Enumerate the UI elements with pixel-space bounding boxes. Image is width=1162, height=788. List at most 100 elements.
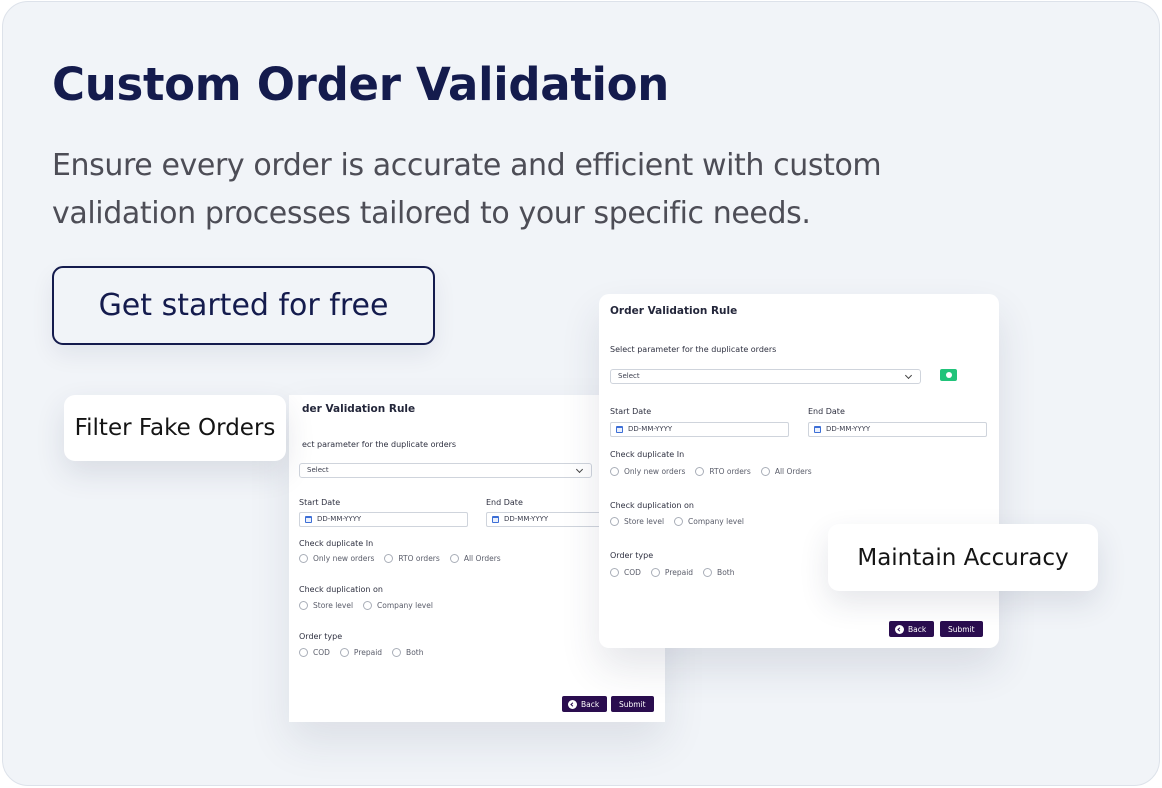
chevron-down-icon <box>904 371 913 380</box>
radio-label: Store level <box>624 517 665 526</box>
back-arrow-icon <box>895 624 904 634</box>
radio-company-level[interactable]: Company level <box>674 517 744 526</box>
parameter-select[interactable]: Select <box>299 463 592 478</box>
hero-title: Custom Order Validation <box>52 58 670 111</box>
check-duplication-on-options: Store level Company level <box>299 601 443 610</box>
radio-circle <box>610 467 619 476</box>
parameter-select-value: Select <box>307 466 329 474</box>
end-date-placeholder: DD-MM-YYYY <box>826 425 871 433</box>
radio-circle <box>650 568 660 577</box>
radio-circle <box>299 601 308 610</box>
maintain-accuracy-tag: Maintain Accuracy <box>828 524 1098 591</box>
start-date-input[interactable]: DD-MM-YYYY <box>299 512 468 527</box>
parameter-label: ect parameter for the duplicate orders <box>302 440 457 449</box>
parameter-label: Select parameter for the duplicate order… <box>610 345 777 354</box>
radio-label: Only new orders <box>313 554 375 563</box>
check-duplicate-in-options: Only new orders RTO orders All Orders <box>299 554 511 563</box>
radio-rto-orders[interactable]: RTO orders <box>384 554 440 563</box>
back-button[interactable]: Back <box>889 621 935 637</box>
check-duplicate-in-label: Check duplicate In <box>299 539 374 548</box>
radio-circle <box>703 568 713 577</box>
radio-label: Store level <box>313 601 354 610</box>
radio-cod[interactable]: COD <box>610 568 641 577</box>
radio-circle <box>695 467 705 476</box>
radio-both[interactable]: Both <box>392 648 423 657</box>
radio-label: All Orders <box>463 554 501 563</box>
radio-circle <box>760 467 770 476</box>
radio-label: Prepaid <box>664 568 694 577</box>
radio-label: Prepaid <box>353 648 383 657</box>
radio-circle <box>339 648 349 657</box>
order-type-options: COD Prepaid Both <box>299 648 433 657</box>
radio-circle <box>610 568 619 577</box>
radio-circle <box>384 554 394 563</box>
radio-label: RTO orders <box>398 554 440 563</box>
check-duplication-on-label: Check duplication on <box>299 585 383 594</box>
form-title: der Validation Rule <box>302 403 416 415</box>
radio-only-new-orders[interactable]: Only new orders <box>610 467 685 476</box>
start-date-label: Start Date <box>610 407 652 416</box>
form-title: Order Validation Rule <box>610 305 738 317</box>
add-parameter-button[interactable] <box>940 369 957 381</box>
radio-prepaid[interactable]: Prepaid <box>650 568 694 577</box>
start-date-input[interactable]: DD-MM-YYYY <box>610 422 789 437</box>
radio-label: COD <box>624 568 641 577</box>
radio-all-orders[interactable]: All Orders <box>760 467 812 476</box>
radio-circle <box>674 517 684 526</box>
check-duplication-on-options: Store level Company level <box>610 517 754 526</box>
radio-label: Both <box>406 648 424 657</box>
radio-label: Company level <box>688 517 744 526</box>
filter-fake-orders-tag: Filter Fake Orders <box>64 395 286 461</box>
submit-button[interactable]: Submit <box>611 696 654 712</box>
chevron-down-icon <box>575 465 584 474</box>
order-type-label: Order type <box>299 632 343 641</box>
back-arrow-icon <box>568 699 577 709</box>
radio-store-level[interactable]: Store level <box>299 601 353 610</box>
back-button[interactable]: Back <box>562 696 608 712</box>
radio-label: All Orders <box>774 467 812 476</box>
radio-cod[interactable]: COD <box>299 648 330 657</box>
order-validation-form-front: Order Validation Rule Select parameter f… <box>599 294 999 648</box>
calendar-icon <box>492 516 499 523</box>
radio-label: Only new orders <box>624 467 686 476</box>
radio-circle <box>392 648 402 657</box>
parameter-select[interactable]: Select <box>610 369 921 384</box>
radio-circle <box>299 648 308 657</box>
order-type-options: COD Prepaid Both <box>610 568 744 577</box>
parameter-select-value: Select <box>618 372 640 380</box>
radio-all-orders[interactable]: All Orders <box>449 554 501 563</box>
radio-both[interactable]: Both <box>703 568 734 577</box>
radio-circle <box>449 554 459 563</box>
back-button-label: Back <box>908 624 927 634</box>
radio-rto-orders[interactable]: RTO orders <box>695 467 751 476</box>
hero-subtitle: Ensure every order is accurate and effic… <box>52 148 882 231</box>
check-duplication-on-label: Check duplication on <box>610 501 694 510</box>
order-type-label: Order type <box>610 551 654 560</box>
start-date-label: Start Date <box>299 498 341 507</box>
radio-prepaid[interactable]: Prepaid <box>339 648 383 657</box>
end-date-label: End Date <box>486 498 523 507</box>
radio-only-new-orders[interactable]: Only new orders <box>299 554 374 563</box>
plus-icon <box>945 372 952 378</box>
back-button-label: Back <box>581 699 600 709</box>
calendar-icon <box>814 426 821 433</box>
radio-label: COD <box>313 648 330 657</box>
end-date-input[interactable]: DD-MM-YYYY <box>808 422 987 437</box>
radio-circle <box>299 554 308 563</box>
get-started-button[interactable]: Get started for free <box>52 266 435 345</box>
radio-company-level[interactable]: Company level <box>363 601 433 610</box>
radio-circle <box>610 517 619 526</box>
check-duplicate-in-options: Only new orders RTO orders All Orders <box>610 467 822 476</box>
end-date-placeholder: DD-MM-YYYY <box>504 515 549 523</box>
submit-button[interactable]: Submit <box>940 621 983 637</box>
radio-label: Both <box>717 568 735 577</box>
radio-label: RTO orders <box>709 467 751 476</box>
radio-label: Company level <box>377 601 433 610</box>
radio-store-level[interactable]: Store level <box>610 517 664 526</box>
end-date-label: End Date <box>808 407 845 416</box>
calendar-icon <box>616 426 623 433</box>
start-date-placeholder: DD-MM-YYYY <box>317 515 362 523</box>
check-duplicate-in-label: Check duplicate In <box>610 450 685 459</box>
start-date-placeholder: DD-MM-YYYY <box>628 425 673 433</box>
radio-circle <box>363 601 373 610</box>
